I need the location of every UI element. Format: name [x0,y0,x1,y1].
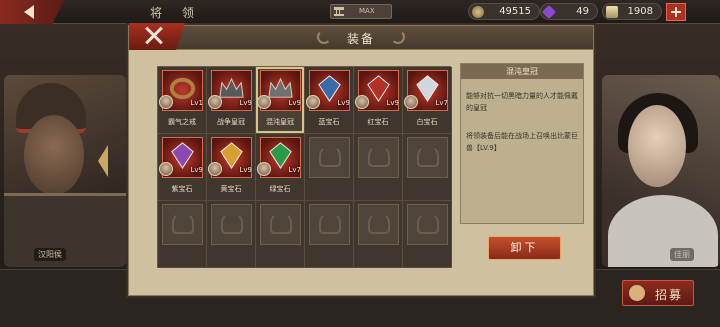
empty-slot-emblem-icon [319,145,341,167]
item-skill-text: 将领装备后能在战场上召唤出比蒙巨兽【LV.9】 [466,132,578,152]
modal-title: 装备 [346,32,375,46]
owner-avatar [404,95,418,109]
item-detail-title: 混沌皇冠 [461,64,583,79]
coin-counter: 49515 [468,3,540,20]
rank-label: MAX [359,7,375,15]
item-detail-panel: 混沌皇冠 能够对抗一切黑暗力量的人才能佩戴的皇冠 将领装备后能在战场上召唤出比蒙… [460,63,584,224]
general-portrait-right[interactable]: 佳丽 [602,75,720,267]
screen-title: 将 领 [150,6,202,20]
general-name-left: 汉阳侯 [34,248,66,261]
empty-equipment-slot[interactable] [305,201,354,268]
owner-avatar [208,95,222,109]
robe [608,195,718,267]
item-level: Lv9 [190,166,204,174]
equipment-slot[interactable]: Lv9 黄宝石 [207,134,256,201]
prev-general-arrow-icon[interactable] [98,145,108,177]
face [24,115,84,195]
item-level: Lv7 [435,99,449,107]
item-description: 能够对抗一切黑暗力量的人才能佩戴的皇冠 [466,92,578,112]
equipment-slot[interactable]: Lv7 白宝石 [403,67,452,134]
empty-equipment-slot[interactable] [305,134,354,201]
face [628,105,686,187]
equipment-slot[interactable]: Lv9 战争皇冠 [207,67,256,134]
empty-slot-emblem-icon [221,212,243,234]
equipment-slot[interactable]: Lv9 混沌皇冠 [256,67,305,134]
owner-avatar [257,95,271,109]
gold-icon [606,6,618,18]
laurel-right-icon [391,30,405,44]
item-level: Lv9 [239,99,253,107]
add-currency-button[interactable] [666,3,686,21]
item-name: 战争皇冠 [217,118,245,126]
equipment-slot[interactable]: Lv9 紫宝石 [158,134,207,201]
owner-avatar [257,162,271,176]
general-name-right: 佳丽 [670,248,694,261]
item-name: 紫宝石 [171,185,193,193]
empty-equipment-slot[interactable] [256,201,305,268]
top-bar: 将 领 MAX 49515 49 1908 [0,0,720,24]
equipment-modal: 装备 Lv1 霸气之戒 Lv9 战争皇冠 Lv9 混沌皇冠 Lv9 蓝宝石 Lv9 红宝石 Lv7 白… [128,23,594,296]
item-level: Lv1 [190,99,204,107]
item-level: Lv9 [337,99,351,107]
coin-icon [472,6,484,18]
item-name: 白宝石 [416,118,438,126]
owner-avatar [355,95,369,109]
modal-header: 装备 [129,23,593,50]
equipment-slot[interactable]: Lv9 蓝宝石 [305,67,354,134]
back-arrow-icon [24,5,34,19]
item-name: 霸气之戒 [168,118,196,126]
item-name: 黄宝石 [220,185,242,193]
item-level: Lv9 [288,99,302,107]
empty-equipment-slot[interactable] [158,201,207,268]
bank-icon [334,7,344,16]
owner-avatar [208,162,222,176]
empty-equipment-slot[interactable] [207,201,256,268]
equipment-slot[interactable]: Lv7 绿宝石 [256,134,305,201]
empty-slot-emblem-icon [172,212,194,234]
coin-value: 49515 [499,6,531,17]
empty-slot-emblem-icon [368,212,390,234]
empty-equipment-slot[interactable] [354,201,403,268]
gem-counter: 49 [540,3,598,20]
item-name: 蓝宝石 [318,118,340,126]
empty-slot-emblem-icon [417,212,439,234]
gold-value: 1908 [627,6,653,17]
item-name: 红宝石 [367,118,389,126]
empty-equipment-slot[interactable] [403,134,452,201]
empty-slot-emblem-icon [270,212,292,234]
item-level: Lv9 [386,99,400,107]
empty-equipment-slot[interactable] [403,201,452,268]
equipment-slot[interactable]: Lv9 红宝石 [354,67,403,134]
empty-slot-emblem-icon [319,212,341,234]
owner-avatar [159,95,173,109]
gold-counter: 1908 [602,3,662,20]
recruit-button[interactable]: 招募 [622,280,694,306]
empty-slot-emblem-icon [368,145,390,167]
recruit-icon [629,285,645,301]
unequip-button[interactable]: 卸下 [488,236,561,260]
empty-equipment-slot[interactable] [354,134,403,201]
empty-slot-emblem-icon [417,145,439,167]
item-level: Lv9 [239,166,253,174]
gem-value: 49 [576,6,589,17]
owner-avatar [159,162,173,176]
recruit-label: 招募 [655,288,684,302]
equipment-grid: Lv1 霸气之戒 Lv9 战争皇冠 Lv9 混沌皇冠 Lv9 蓝宝石 Lv9 红宝石 Lv7 白宝石 L… [157,66,452,268]
item-name: 混沌皇冠 [266,118,294,126]
item-level: Lv7 [288,166,302,174]
back-button[interactable] [0,0,64,24]
item-name: 绿宝石 [269,185,291,193]
owner-avatar [306,95,320,109]
rank-badge: MAX [330,4,392,19]
gem-icon [541,4,557,20]
equipment-slot[interactable]: Lv1 霸气之戒 [158,67,207,134]
